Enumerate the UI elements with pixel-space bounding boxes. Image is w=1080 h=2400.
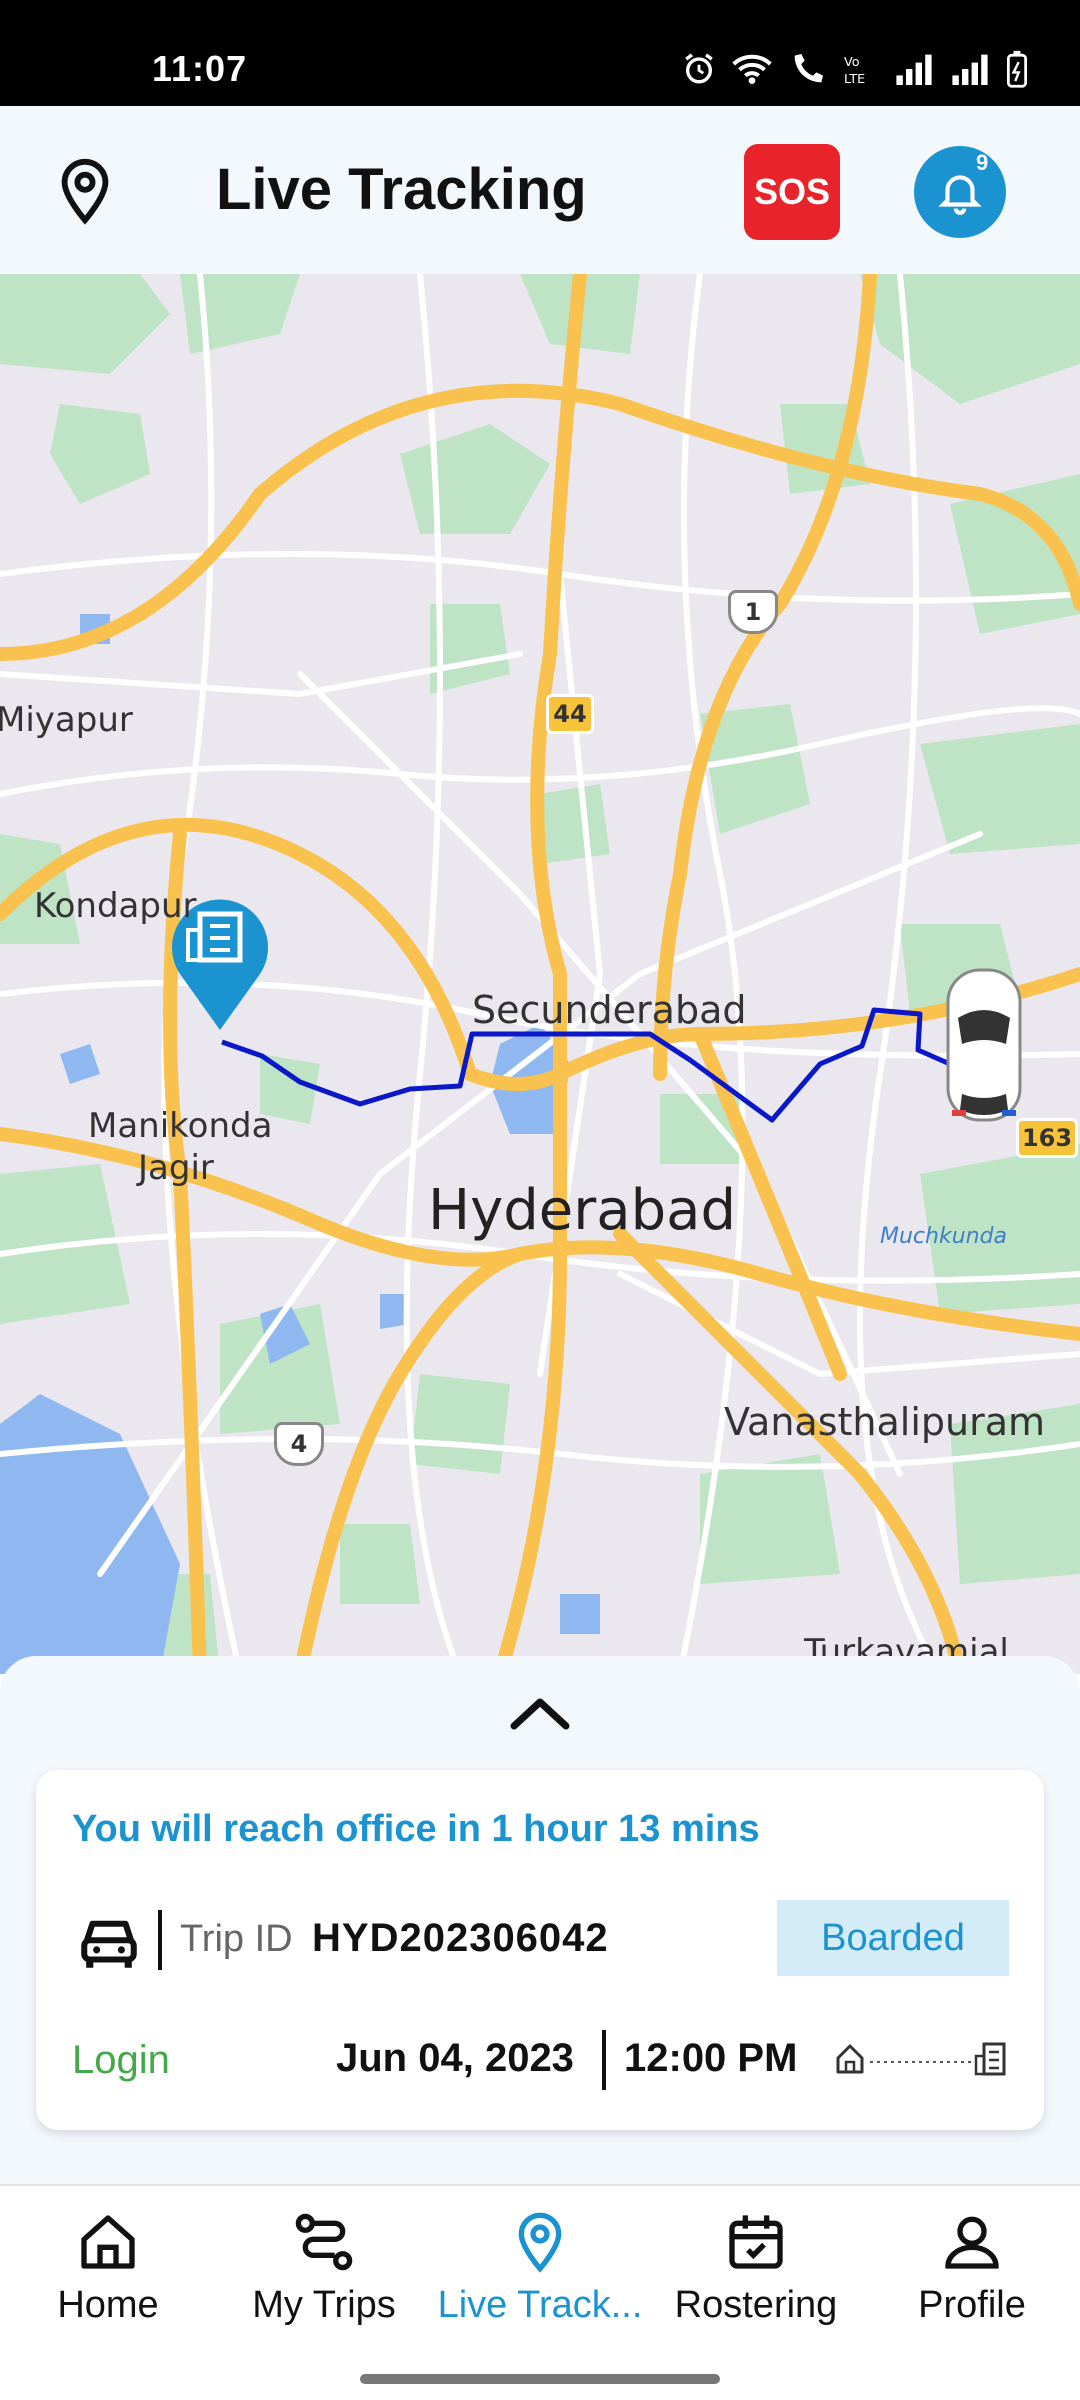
map-label-vanasthalipuram: Vanasthalipuram <box>724 1400 1046 1444</box>
location-pin-icon[interactable] <box>50 156 120 226</box>
eta-text: You will reach office in 1 hour 13 mins <box>72 1808 760 1850</box>
svg-text:Vo: Vo <box>844 55 860 70</box>
page-title: Live Tracking <box>216 157 587 222</box>
map-label-hyderabad: Hyderabad <box>428 1178 736 1243</box>
nav-item-profile[interactable]: Profile <box>864 2210 1080 2350</box>
home-icon <box>81 2215 135 2269</box>
nav-label-home: Home <box>57 2284 159 2326</box>
trip-type-label: Login <box>72 2038 170 2082</box>
car-marker[interactable] <box>946 968 1022 1122</box>
highway-shield-1: 1 <box>728 590 778 634</box>
home-to-office-indicator <box>836 2042 1006 2076</box>
signal-icon-2 <box>952 54 988 85</box>
map-label-secunderabad: Secunderabad <box>472 988 747 1032</box>
chevron-up-icon[interactable] <box>508 1692 572 1732</box>
nav-label-rostering: Rostering <box>674 2284 838 2326</box>
highway-shield-163: 163 <box>1016 1118 1078 1158</box>
status-badge: Boarded <box>777 1900 1009 1976</box>
notification-button[interactable] <box>914 146 1006 238</box>
route-icon <box>295 2213 353 2271</box>
map-label-muchkunda: Muchkunda <box>880 1224 1008 1249</box>
battery-icon <box>1006 50 1028 88</box>
nav-label-live-tracking: Live Track... <box>437 2284 643 2326</box>
live-map[interactable]: Miyapur Kondapur Manikonda Jagir Secunde… <box>0 274 1080 1674</box>
volte-icon: Vo LTE <box>844 55 865 86</box>
trip-id-value: HYD202306042 <box>312 1916 609 1960</box>
wifi-icon <box>732 54 772 84</box>
status-time: 11:07 <box>152 48 248 89</box>
divider <box>602 2030 606 2090</box>
map-label-miyapur: Miyapur <box>0 700 133 740</box>
office-small-icon <box>974 2042 1006 2076</box>
nav-label-my-trips: My Trips <box>252 2284 396 2326</box>
person-icon <box>945 2216 999 2269</box>
signal-icon <box>896 54 932 85</box>
status-icons: Vo LTE <box>682 50 1028 88</box>
trip-date: Jun 04, 2023 <box>336 2036 574 2080</box>
sos-button[interactable]: SOS <box>744 144 840 240</box>
trip-bottom-sheet: You will reach office in 1 hour 13 mins … <box>0 1656 1080 2184</box>
car-icon <box>81 1920 137 1968</box>
map-label-manikonda: Manikonda <box>88 1106 273 1146</box>
alarm-icon <box>685 53 713 84</box>
nav-item-home[interactable]: Home <box>0 2210 216 2350</box>
highway-shield-44: 44 <box>546 694 594 734</box>
svg-text:LTE: LTE <box>844 72 865 86</box>
trip-card[interactable]: You will reach office in 1 hour 13 mins … <box>36 1770 1044 2130</box>
calendar-check-icon <box>729 2215 783 2269</box>
status-bar: 11:07 Vo LTE <box>0 0 1080 106</box>
bottom-nav: Home My Trips Live Track... Rostering Pr… <box>0 2184 1080 2400</box>
map-canvas <box>0 274 1080 1674</box>
trip-id-label: Trip ID <box>180 1918 293 1960</box>
nav-item-my-trips[interactable]: My Trips <box>216 2210 432 2350</box>
nav-label-profile: Profile <box>918 2284 1026 2326</box>
highway-shield-4: 4 <box>274 1422 324 1466</box>
home-small-icon <box>836 2044 864 2074</box>
notification-count-badge: 9 <box>976 150 989 175</box>
divider <box>158 1910 162 1970</box>
map-label-kondapur: Kondapur <box>34 886 197 926</box>
wifi-call-icon <box>794 54 823 83</box>
gesture-home-bar[interactable] <box>360 2374 720 2384</box>
app-header: Live Tracking SOS 9 <box>0 106 1080 274</box>
map-label-jagir: Jagir <box>138 1148 214 1188</box>
nav-item-live-tracking[interactable]: Live Track... <box>432 2210 648 2350</box>
trip-time: 12:00 PM <box>624 2036 798 2080</box>
location-pin-icon <box>518 2212 562 2273</box>
nav-item-rostering[interactable]: Rostering <box>648 2210 864 2350</box>
